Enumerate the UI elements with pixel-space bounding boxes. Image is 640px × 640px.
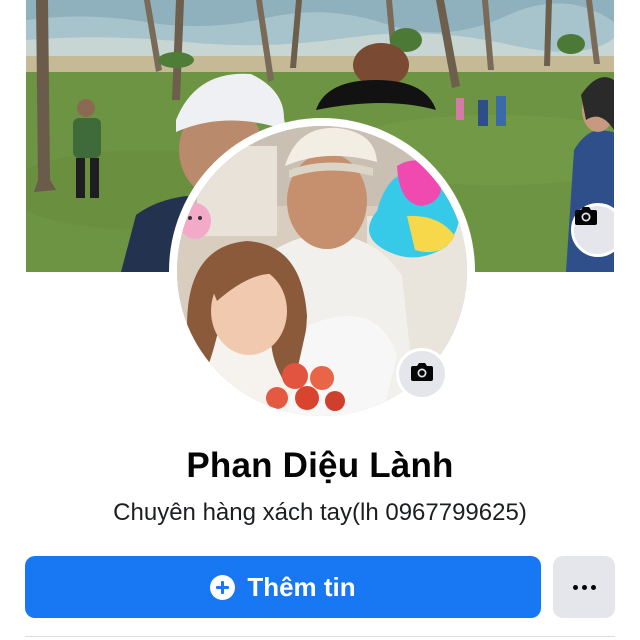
- divider: [25, 636, 615, 637]
- profile-bio: Chuyên hàng xách tay(lh 0967799625): [113, 499, 527, 526]
- more-options-button[interactable]: [553, 556, 615, 618]
- more-horizontal-icon: [572, 584, 596, 590]
- avatar-camera-button[interactable]: [396, 348, 448, 400]
- plus-circle-icon: [210, 574, 236, 600]
- add-story-button[interactable]: Thêm tin: [25, 556, 541, 618]
- profile-name: Phan Diệu Lành: [186, 446, 454, 485]
- add-story-label: Thêm tin: [247, 571, 356, 602]
- camera-icon: [410, 362, 434, 387]
